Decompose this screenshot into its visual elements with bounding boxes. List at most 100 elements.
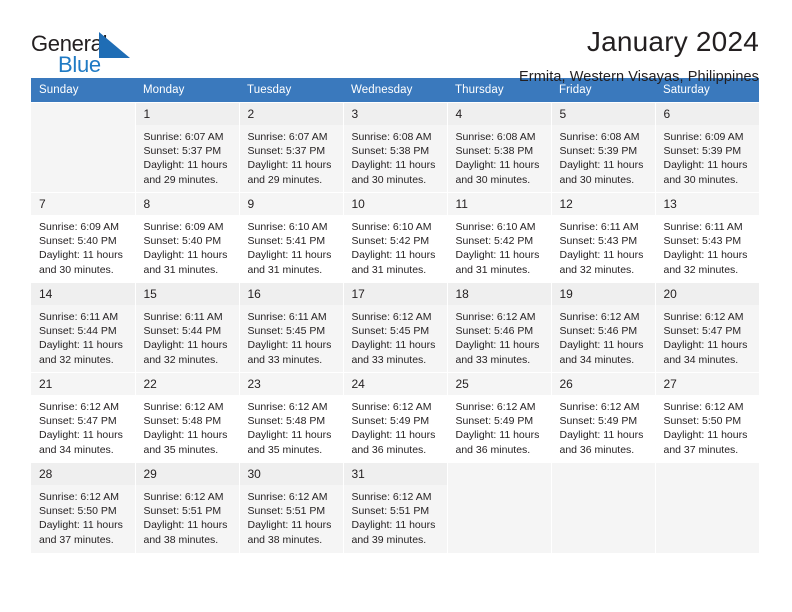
daylight-text-line2: and 31 minutes. (247, 263, 323, 276)
calendar-day-cell[interactable]: 6 Sunrise: 6:09 AM Sunset: 5:39 PM Daylight… (655, 102, 760, 193)
day-number: 6 (655, 103, 759, 125)
calendar-day-cell[interactable]: 27 Sunrise: 6:12 AM Sunset: 5:50 PM Dayligh… (655, 372, 759, 463)
daylight-text-line1: Daylight: 11 hours (559, 429, 644, 442)
calendar-day-cell[interactable]: 7 Sunrise: 6:09 AM Sunset: 5:40 PM Daylight… (31, 192, 136, 283)
day-details: Sunrise: 6:12 AM Sunset: 5:46 PM Daylight:… (552, 305, 655, 367)
daylight-text-line2: and 31 minutes. (143, 263, 219, 276)
calendar-day-cell[interactable]: 8 Sunrise: 6:09 AM Sunset: 5:40 PM Daylight… (135, 192, 240, 283)
sunset-text: Sunset: 5:49 PM (559, 415, 638, 428)
day-details: Sunrise: 6:12 AM Sunset: 5:46 PM Daylight:… (448, 305, 551, 367)
daylight-text-line2: and 30 minutes. (559, 173, 635, 186)
daylight-text-line1: Daylight: 11 hours (39, 339, 123, 352)
calendar-day-cell[interactable]: 9 Sunrise: 6:10 AM Sunset: 5:41 PM Daylight… (239, 192, 344, 283)
day-number: 29 (135, 463, 239, 485)
sunset-text: Sunset: 5:45 PM (351, 325, 430, 338)
calendar-cell-empty (655, 462, 759, 553)
day-details: Sunrise: 6:12 AM Sunset: 5:49 PM Daylight:… (344, 395, 447, 457)
calendar-day-cell[interactable]: 5 Sunrise: 6:08 AM Sunset: 5:39 PM Daylight… (551, 102, 656, 193)
sunset-text: Sunset: 5:41 PM (247, 235, 326, 248)
calendar-day-cell[interactable]: 25 Sunrise: 6:12 AM Sunset: 5:49 PM Dayligh… (447, 372, 552, 463)
calendar-day-cell[interactable]: 22 Sunrise: 6:12 AM Sunset: 5:48 PM Dayligh… (135, 372, 240, 463)
calendar-body: 1 Sunrise: 6:07 AM Sunset: 5:37 PM Daylight… (31, 102, 760, 553)
sunset-text: Sunset: 5:50 PM (39, 505, 117, 518)
calendar-day-cell[interactable]: 18 Sunrise: 6:12 AM Sunset: 5:46 PM Dayligh… (447, 282, 552, 373)
sunset-text: Sunset: 5:43 PM (559, 235, 638, 248)
weekday-header-monday: Monday (135, 78, 239, 103)
sunset-text: Sunset: 5:50 PM (663, 415, 742, 428)
daylight-text-line2: and 36 minutes. (559, 443, 635, 456)
sunrise-text: Sunrise: 6:07 AM (143, 131, 224, 143)
sunrise-text: Sunrise: 6:12 AM (247, 491, 328, 503)
calendar-day-cell[interactable]: 1 Sunrise: 6:07 AM Sunset: 5:37 PM Daylight… (135, 102, 240, 193)
daylight-text-line1: Daylight: 11 hours (39, 519, 123, 532)
day-details: Sunrise: 6:12 AM Sunset: 5:48 PM Daylight:… (240, 395, 343, 457)
calendar-day-cell[interactable]: 17 Sunrise: 6:12 AM Sunset: 5:45 PM Dayligh… (343, 282, 448, 373)
calendar-day-cell[interactable]: 15 Sunrise: 6:11 AM Sunset: 5:44 PM Dayligh… (135, 282, 240, 373)
daylight-text-line2: and 35 minutes. (143, 443, 219, 456)
calendar-day-cell[interactable]: 23 Sunrise: 6:12 AM Sunset: 5:48 PM Dayligh… (239, 372, 344, 463)
day-number: 12 (551, 193, 655, 215)
day-number: 23 (239, 373, 343, 395)
day-number: 26 (551, 373, 655, 395)
daylight-text-line2: and 37 minutes. (663, 443, 739, 456)
sunset-text: Sunset: 5:47 PM (39, 415, 117, 428)
sunset-text: Sunset: 5:42 PM (351, 235, 430, 248)
day-number: 28 (31, 463, 135, 485)
sunset-text: Sunset: 5:47 PM (663, 325, 742, 338)
day-number: 13 (655, 193, 759, 215)
daylight-text-line2: and 32 minutes. (39, 353, 114, 366)
calendar-day-cell[interactable]: 31 Sunrise: 6:12 AM Sunset: 5:51 PM Dayligh… (343, 462, 448, 553)
day-details: Sunrise: 6:09 AM Sunset: 5:39 PM Daylight:… (656, 125, 760, 187)
calendar-day-cell[interactable]: 29 Sunrise: 6:12 AM Sunset: 5:51 PM Dayligh… (135, 462, 240, 553)
sunrise-text: Sunrise: 6:08 AM (455, 131, 536, 143)
calendar-day-cell[interactable]: 16 Sunrise: 6:11 AM Sunset: 5:45 PM Dayligh… (239, 282, 344, 373)
day-number: 11 (447, 193, 551, 215)
calendar-day-cell[interactable]: 30 Sunrise: 6:12 AM Sunset: 5:51 PM Dayligh… (239, 462, 344, 553)
daylight-text-line2: and 32 minutes. (143, 353, 219, 366)
calendar-day-cell[interactable]: 3 Sunrise: 6:08 AM Sunset: 5:38 PM Daylight… (343, 102, 448, 193)
title-block: January 2024 Ermita, Western Visayas, Ph… (519, 26, 759, 86)
sunrise-text: Sunrise: 6:12 AM (455, 311, 536, 323)
calendar-day-cell[interactable]: 12 Sunrise: 6:11 AM Sunset: 5:43 PM Dayligh… (551, 192, 656, 283)
sunset-text: Sunset: 5:49 PM (455, 415, 534, 428)
day-details: Sunrise: 6:12 AM Sunset: 5:47 PM Daylight:… (656, 305, 760, 367)
sunset-text: Sunset: 5:51 PM (143, 505, 222, 518)
day-details: Sunrise: 6:12 AM Sunset: 5:47 PM Daylight:… (31, 395, 135, 457)
day-number: 18 (447, 283, 551, 305)
calendar-day-cell[interactable]: 2 Sunrise: 6:07 AM Sunset: 5:37 PM Daylight… (239, 102, 344, 193)
day-number: 22 (135, 373, 239, 395)
sunrise-text: Sunrise: 6:09 AM (143, 221, 224, 233)
day-number: 5 (551, 103, 655, 125)
calendar-day-cell[interactable]: 24 Sunrise: 6:12 AM Sunset: 5:49 PM Dayligh… (343, 372, 448, 463)
day-details: Sunrise: 6:09 AM Sunset: 5:40 PM Daylight:… (31, 215, 135, 277)
sunrise-text: Sunrise: 6:11 AM (247, 311, 327, 323)
sunset-text: Sunset: 5:51 PM (247, 505, 326, 518)
calendar-day-cell[interactable]: 4 Sunrise: 6:08 AM Sunset: 5:38 PM Daylight… (447, 102, 552, 193)
sunset-text: Sunset: 5:37 PM (143, 145, 222, 158)
calendar-day-cell[interactable]: 20 Sunrise: 6:12 AM Sunset: 5:47 PM Dayligh… (655, 282, 760, 373)
calendar-day-cell[interactable]: 10 Sunrise: 6:10 AM Sunset: 5:42 PM Dayligh… (343, 192, 448, 283)
sunset-text: Sunset: 5:48 PM (143, 415, 222, 428)
calendar-day-cell[interactable]: 11 Sunrise: 6:10 AM Sunset: 5:42 PM Dayligh… (447, 192, 552, 283)
sunrise-text: Sunrise: 6:10 AM (247, 221, 328, 233)
calendar-week-row: 1 Sunrise: 6:07 AM Sunset: 5:37 PM Daylight… (31, 102, 760, 193)
calendar-cell-empty (447, 462, 552, 553)
calendar-day-cell[interactable]: 13 Sunrise: 6:11 AM Sunset: 5:43 PM Dayligh… (655, 192, 760, 283)
sunset-text: Sunset: 5:37 PM (247, 145, 326, 158)
daylight-text-line2: and 35 minutes. (247, 443, 323, 456)
calendar-day-cell[interactable]: 21 Sunrise: 6:12 AM Sunset: 5:47 PM Dayligh… (31, 372, 136, 463)
calendar-day-cell[interactable]: 28 Sunrise: 6:12 AM Sunset: 5:50 PM Dayligh… (31, 462, 136, 553)
calendar-day-cell[interactable]: 26 Sunrise: 6:12 AM Sunset: 5:49 PM Dayligh… (551, 372, 656, 463)
calendar-day-cell[interactable]: 19 Sunrise: 6:12 AM Sunset: 5:46 PM Dayligh… (551, 282, 656, 373)
day-details: Sunrise: 6:12 AM Sunset: 5:51 PM Daylight:… (136, 485, 239, 547)
sunrise-text: Sunrise: 6:11 AM (39, 311, 119, 323)
sunrise-text: Sunrise: 6:08 AM (559, 131, 640, 143)
day-details: Sunrise: 6:11 AM Sunset: 5:43 PM Daylight:… (656, 215, 760, 277)
generalblue-logo[interactable]: General Blue (31, 26, 146, 78)
day-details: Sunrise: 6:12 AM Sunset: 5:49 PM Daylight:… (448, 395, 551, 457)
daylight-text-line1: Daylight: 11 hours (559, 339, 644, 352)
sunrise-text: Sunrise: 6:12 AM (143, 491, 224, 503)
calendar-day-cell[interactable]: 14 Sunrise: 6:11 AM Sunset: 5:44 PM Dayligh… (31, 282, 136, 373)
daylight-text-line1: Daylight: 11 hours (455, 159, 540, 172)
sunrise-text: Sunrise: 6:12 AM (39, 401, 119, 413)
